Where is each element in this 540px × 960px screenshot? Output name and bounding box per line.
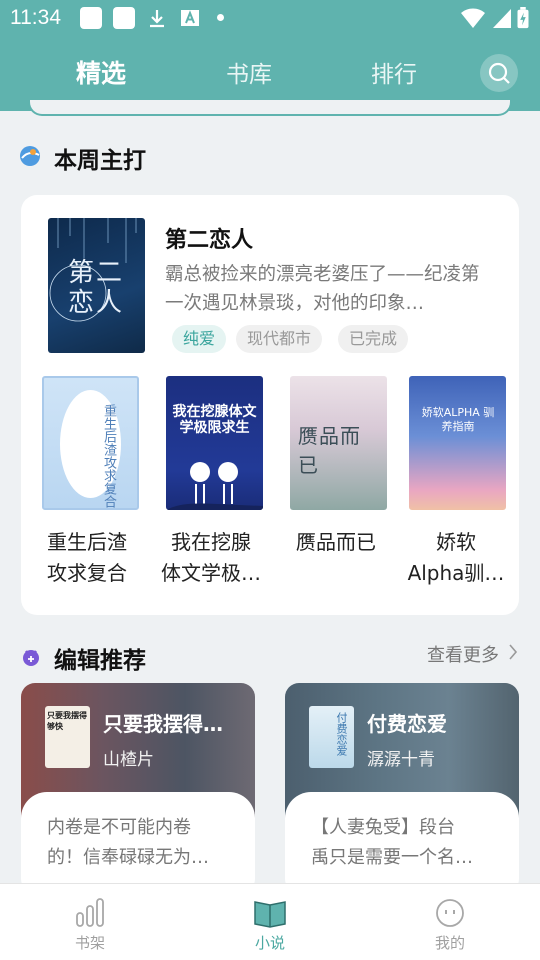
recommendation-title: 只要我摆得… — [103, 712, 223, 736]
more-notifications-dot — [217, 14, 224, 21]
book-title[interactable]: 重生后渣 攻求复合 — [22, 527, 152, 589]
book-cover[interactable]: 娇软ALPHA 驯养指南 — [409, 376, 506, 510]
book-title[interactable]: 我在挖腺 体文学极… — [146, 527, 276, 589]
notification-app-icon — [113, 7, 135, 29]
book-cover[interactable]: 重生后渣攻求复合 — [42, 376, 139, 510]
recommendation-card[interactable]: 只要我摆得够快 只要我摆得… 山楂片 内卷是不可能内卷 的！信奉碌碌无为… — [21, 683, 255, 893]
recommendation-cover: 只要我摆得够快 — [45, 706, 90, 768]
battery-icon — [517, 7, 529, 29]
book-cover[interactable]: 赝品而已 — [290, 376, 387, 510]
chevron-right-icon[interactable] — [507, 641, 519, 663]
banner-peek — [28, 100, 512, 116]
editor-section-title: 编辑推荐 — [54, 648, 146, 674]
open-book-icon — [254, 901, 286, 928]
recommendation-author: 山楂片 — [103, 750, 154, 770]
status-time: 11:34 — [10, 6, 61, 29]
status-bar: 11:34 — [0, 0, 540, 38]
bookshelf-icon — [76, 898, 104, 927]
tag-chip[interactable]: 现代都市 — [236, 325, 323, 353]
featured-cover-lettering: 第二恋人 — [68, 258, 125, 318]
bottom-nav: 书架 小说 我的 — [0, 883, 540, 960]
recommendation-title: 付费恋爱 — [367, 712, 447, 736]
book-title[interactable]: 娇软 Alpha驯… — [391, 527, 521, 589]
featured-section-title: 本周主打 — [54, 148, 146, 174]
recommendation-cover-lettering: 付费恋爱 — [335, 712, 348, 756]
recommendation-description: 【人妻兔受】段台 禹只是需要一个名… — [311, 817, 473, 868]
book-cover-lettering: 娇软ALPHA 驯养指南 — [421, 406, 495, 433]
bottom-nav-novel[interactable]: 小说 — [210, 884, 330, 960]
bottom-nav-label: 小说 — [254, 934, 285, 952]
notification-app-icon — [80, 7, 102, 29]
recommendation-card[interactable]: 付费恋爱 付费恋爱 潺潺十青 【人妻兔受】段台 禹只是需要一个名… — [285, 683, 519, 893]
wifi-icon — [461, 8, 485, 28]
featured-book-description: 霸总被捡来的漂亮老婆压了——纪凌第一次遇见林景琰，对他的印象… — [165, 264, 480, 314]
book-title[interactable]: 赝品而已 — [271, 527, 401, 558]
tab-library[interactable]: 书库 — [226, 55, 272, 89]
featured-book-cover[interactable]: 第二恋人 — [48, 218, 145, 353]
recommendation-cover-lettering: 只要我摆得够快 — [47, 711, 87, 731]
book-cover-lettering: 重生后渣攻求复合 — [101, 404, 116, 508]
featured-book-title[interactable]: 第二恋人 — [165, 222, 253, 254]
download-icon — [150, 10, 164, 28]
bottom-nav-bookshelf[interactable]: 书架 — [30, 884, 150, 960]
book-cover-lettering: 赝品而已 — [298, 424, 361, 477]
profile-icon — [436, 899, 464, 927]
search-icon — [488, 62, 510, 84]
font-notification-icon — [181, 10, 199, 26]
tag-chip[interactable]: 纯爱 — [172, 325, 227, 353]
recommendation-description: 内卷是不可能内卷 的！信奉碌碌无为… — [47, 817, 209, 868]
bottom-nav-profile[interactable]: 我的 — [390, 884, 510, 960]
tab-featured[interactable]: 精选 — [76, 54, 126, 90]
book-cover[interactable]: 我在挖腺体文学极限求生 — [166, 376, 263, 510]
signal-icon — [493, 9, 511, 28]
tag-chip[interactable]: 已完成 — [338, 325, 409, 353]
tab-ranking[interactable]: 排行 — [371, 55, 417, 89]
recommendation-author: 潺潺十青 — [367, 750, 435, 770]
search-button[interactable] — [480, 54, 518, 92]
book-cover-lettering: 我在挖腺体文学极限求生 — [172, 404, 257, 436]
bottom-nav-label: 书架 — [74, 934, 105, 952]
recommendation-cover: 付费恋爱 — [309, 706, 354, 768]
see-more-link[interactable]: 查看更多 — [427, 641, 499, 667]
app-header: 11:34 精选 书库 排行 — [0, 0, 540, 111]
editor-section-icon — [23, 650, 39, 666]
featured-section-icon — [20, 146, 40, 166]
bottom-nav-label: 我的 — [434, 934, 465, 952]
